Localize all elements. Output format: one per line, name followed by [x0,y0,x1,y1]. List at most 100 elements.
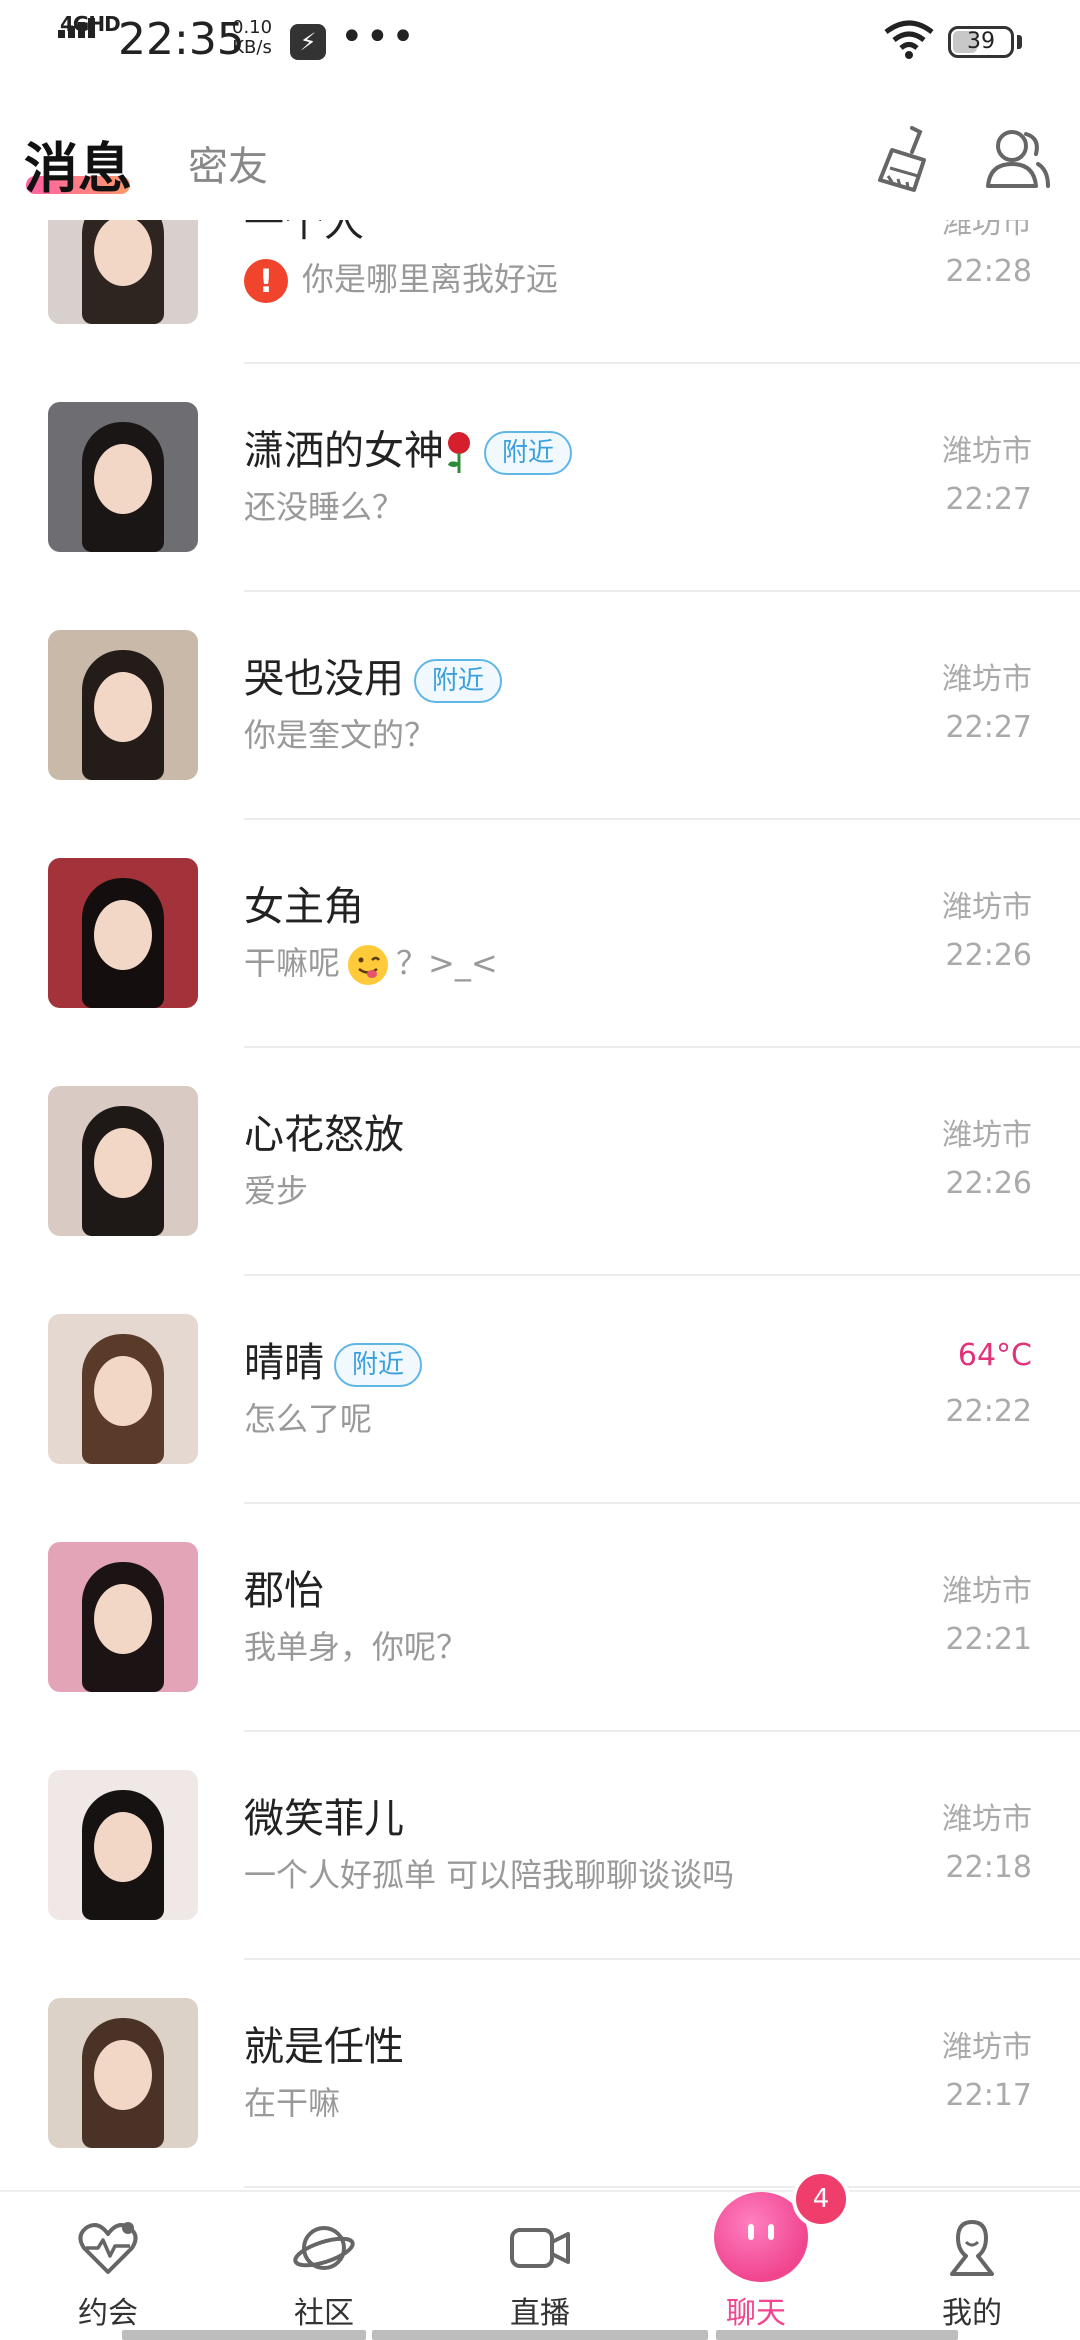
contact-name: 一个人 [244,220,364,246]
profile-icon [950,2220,994,2276]
nav-community[interactable]: 社区 [216,2192,432,2340]
contact-city: 潍坊市 [942,1118,1032,1153]
nav-label: 我的 [942,2296,1002,2331]
contact-city: 潍坊市 [942,662,1032,697]
bottom-nav: 约会 社区 直播 4 聊天 我的 [0,2170,1080,2340]
network-speed: 0.10 KB/s [232,18,272,58]
avatar[interactable] [48,858,198,1008]
last-message: 我单身，你呢？ [244,1628,469,1666]
nearby-badge: 附近 [484,431,573,475]
battery-level: 39 [967,29,995,54]
conversation-row[interactable]: 一个人 ! 你是哪里离我好远 潍坊市 22:28 [0,220,1080,364]
avatar[interactable] [48,402,198,552]
conversation-row[interactable]: 心花怒放 爱步 潍坊市 22:26 [0,1048,1080,1276]
tongue-emoji-icon [348,945,389,985]
conversation-row[interactable]: 就是任性 在干嘛 潍坊市 22:17 [0,1960,1080,2188]
last-message-suffix: ？>_< [396,944,498,982]
avatar[interactable] [48,1314,198,1464]
avatar[interactable] [48,1770,198,1920]
notification-app-icon: ⚡ [290,24,326,60]
contact-name: 就是任性 [244,2024,404,2070]
nav-label: 聊天 [726,2296,786,2331]
message-time: 22:27 [945,710,1032,745]
contact-name: 哭也没用 [244,656,404,702]
contact-name: 晴晴 [244,1340,324,1386]
nearby-badge: 附近 [334,1343,423,1387]
nav-chat[interactable]: 4 聊天 [648,2170,864,2340]
speed-unit: KB/s [232,37,272,58]
contact-name-line: 晴晴 附近 [244,1330,423,1388]
last-message: ! 你是哪里离我好远 [244,254,558,303]
status-time: 22:35 [118,14,245,65]
conversation-row[interactable]: 晴晴 附近 怎么了呢 64°C 22:22 [0,1276,1080,1504]
heart-pulse-icon [78,2222,138,2274]
contact-name: 心花怒放 [244,1112,404,1158]
broom-icon[interactable] [872,124,936,194]
conversation-row[interactable]: 微笑菲儿 一个人好孤单 可以陪我聊聊谈谈吗 潍坊市 22:18 [0,1732,1080,1960]
message-time: 22:18 [945,1850,1032,1885]
last-message: 干嘛呢 ？>_< [244,938,498,985]
temperature-label: 64°C [957,1338,1032,1373]
conversation-row[interactable]: 哭也没用 附近 你是奎文的？ 潍坊市 22:27 [0,592,1080,820]
more-notifications: ••• [340,14,417,60]
contact-city: 潍坊市 [942,2030,1032,2065]
contact-city: 潍坊市 [942,890,1032,925]
conversation-row[interactable]: 潇洒的女神 附近 还没睡么？ 潍坊市 22:27 [0,364,1080,592]
avatar[interactable] [48,630,198,780]
message-time: 22:27 [945,482,1032,517]
contact-name-line: 潇洒的女神 附近 [244,418,573,476]
gesture-bar [122,2330,366,2340]
last-message: 爱步 [244,1172,309,1210]
unread-badge: 4 [792,2170,850,2228]
tab-messages[interactable]: 消息 [24,124,132,203]
avatar[interactable] [48,1542,198,1692]
avatar[interactable] [48,1086,198,1236]
last-message: 在干嘛 [244,2084,341,2122]
planet-icon [293,2226,355,2270]
message-time: 22:17 [945,2078,1032,2113]
nav-live[interactable]: 直播 [432,2192,648,2340]
last-message: 一个人好孤单 可以陪我聊聊谈谈吗 [244,1856,735,1894]
contact-city: 潍坊市 [942,434,1032,469]
nearby-badge: 附近 [414,659,503,703]
nav-label: 直播 [510,2296,570,2331]
contact-name: 潇洒的女神 [244,428,444,474]
message-time: 22:21 [945,1622,1032,1657]
nav-profile[interactable]: 我的 [864,2192,1080,2340]
last-message: 怎么了呢 [244,1400,373,1438]
video-camera-icon [510,2228,570,2268]
contacts-icon[interactable] [982,124,1052,194]
conversation-row[interactable]: 女主角 干嘛呢 ？>_< 潍坊市 22:26 [0,820,1080,1048]
warning-icon: ! [244,259,288,303]
nav-label: 社区 [294,2296,354,2331]
contact-name-line: 哭也没用 附近 [244,646,503,704]
avatar[interactable] [48,220,198,324]
battery-icon: 39 [948,26,1014,58]
last-message-text: 干嘛呢 [244,944,341,982]
wifi-icon [884,20,934,59]
conversation-list[interactable]: 一个人 ! 你是哪里离我好远 潍坊市 22:28 潇洒的女神 附近 还没睡么？ 潍坊… [0,220,1080,2190]
contact-name: 郡怡 [244,1568,324,1614]
contact-name: 微笑菲儿 [244,1796,404,1842]
status-bar: 4GHD 22:35 0.10 KB/s ⚡ ••• 39 [0,0,1080,84]
last-message-text: 你是哪里离我好远 [302,260,559,298]
battery-tip [1017,35,1022,49]
speed-value: 0.10 [232,17,273,38]
message-time: 22:28 [945,254,1032,289]
gesture-bar [372,2330,708,2340]
nav-label: 约会 [78,2296,138,2331]
gesture-bar [716,2330,958,2340]
contact-city: 潍坊市 [942,220,1032,241]
header: 消息 密友 [0,84,1080,220]
nav-dating[interactable]: 约会 [0,2192,216,2340]
rose-icon [448,432,470,473]
contact-name: 女主角 [244,884,364,930]
last-message: 你是奎文的？ [244,716,437,754]
message-time: 22:26 [945,1166,1032,1201]
divider [244,2186,1080,2188]
conversation-row[interactable]: 郡怡 我单身，你呢？ 潍坊市 22:21 [0,1504,1080,1732]
avatar[interactable] [48,1998,198,2148]
contact-city: 潍坊市 [942,1802,1032,1837]
tab-friends[interactable]: 密友 [188,134,268,192]
last-message: 还没睡么？ [244,488,405,526]
